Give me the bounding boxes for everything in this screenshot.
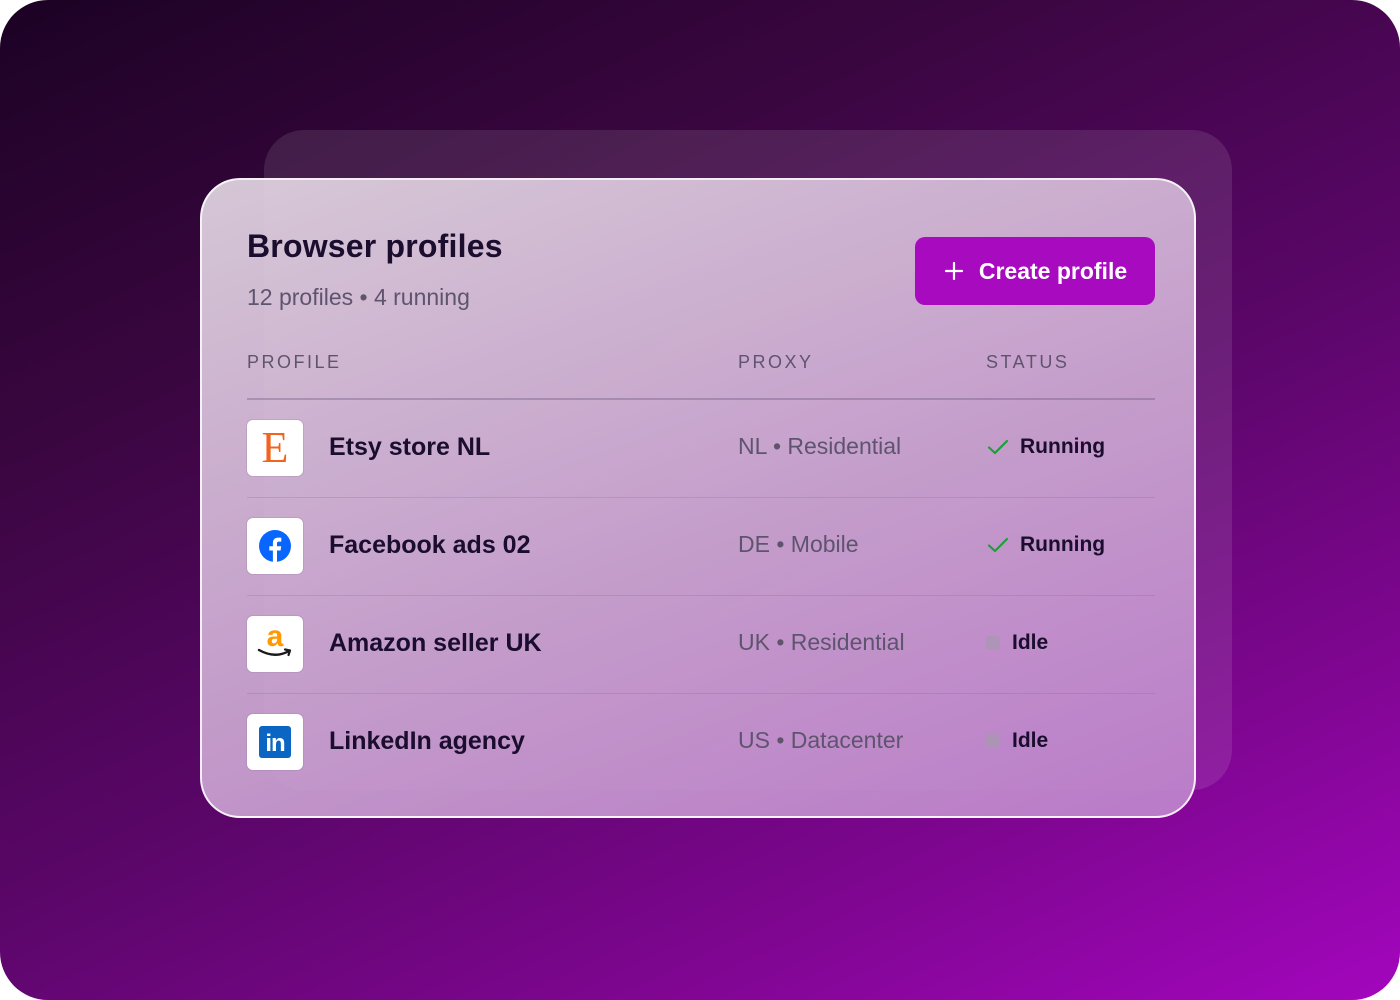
profiles-table: PROFILE PROXY STATUS E Etsy store NL NL … [247,352,1155,791]
status-badge: Running [986,533,1105,557]
profile-name: Facebook ads 02 [329,531,531,559]
status-text: Running [1020,435,1106,458]
amazon-logo-icon: a [247,616,303,672]
table-row[interactable]: Facebook ads 02 DE • Mobile Running [247,498,1155,596]
proxy-value: NL • Residential [738,433,902,459]
create-profile-button[interactable]: Create profile [915,237,1155,305]
status-badge: Idle [986,729,1048,753]
table-row[interactable]: a Amazon seller UK UK • Residential Idle [247,596,1155,694]
create-profile-label: Create profile [978,257,1128,284]
etsy-logo-letter: E [261,423,289,472]
profile-name: Amazon seller UK [329,629,542,657]
profile-name: LinkedIn agency [329,727,525,755]
check-icon [986,533,1010,557]
status-text: Idle [1012,631,1049,654]
check-icon [986,435,1010,459]
linkedin-logo-letters: in [265,730,285,757]
browser-profiles-card: Browser profiles 12 profiles • 4 running… [200,178,1196,818]
idle-dot-icon [986,734,1000,748]
status-badge: Idle [986,631,1048,655]
status-badge: Running [986,435,1105,459]
column-header-profile: PROFILE [247,352,342,372]
status-text: Running [1020,533,1106,556]
status-text: Idle [1012,729,1049,752]
table-row[interactable]: in LinkedIn agency US • Datacenter Idle [247,694,1155,791]
table-header: PROFILE PROXY STATUS [247,352,1155,400]
proxy-value: DE • Mobile [738,531,859,557]
proxy-value: UK • Residential [738,629,905,655]
table-row[interactable]: E Etsy store NL NL • Residential Running [247,400,1155,498]
linkedin-logo-icon: in [247,714,303,770]
page-title: Browser profiles [247,228,503,264]
column-header-status: STATUS [986,352,1070,372]
profile-name: Etsy store NL [329,433,491,461]
facebook-logo-icon [247,518,303,574]
idle-dot-icon [986,636,1000,650]
profiles-summary: 12 profiles • 4 running [247,284,470,310]
plus-icon [943,260,965,282]
app-background: Browser profiles 12 profiles • 4 running… [0,0,1400,1000]
amazon-logo-letter: a [266,620,284,653]
etsy-logo-icon: E [247,420,303,476]
column-header-proxy: PROXY [738,352,814,372]
linkedin-logo-box: in [259,726,291,758]
proxy-value: US • Datacenter [738,727,904,753]
